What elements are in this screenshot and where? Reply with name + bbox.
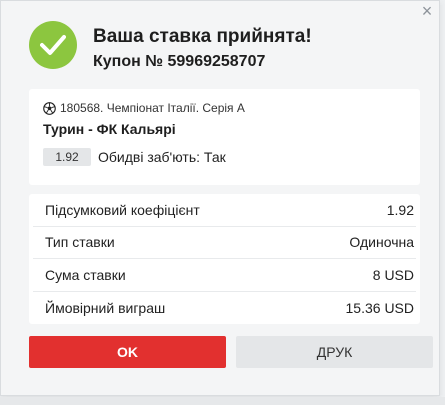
soccer-ball-icon: [43, 101, 56, 115]
ok-button[interactable]: OK: [29, 336, 226, 368]
bet-summary: Підсумковий коефіцієнт 1.92 Тип ставки О…: [29, 194, 420, 324]
bet-accepted-dialog: × Ваша ставка прийнята! Купон № 59969258…: [0, 0, 440, 396]
summary-row-stake: Сума ставки 8 USD: [33, 259, 416, 292]
success-check-icon: [29, 21, 77, 69]
match-teams: Турин - ФК Кальярі: [43, 121, 176, 137]
event-line: 180568. Чемпіонат Італії. Серія А: [43, 101, 245, 115]
print-button[interactable]: ДРУК: [236, 336, 433, 368]
bet-details-card: 180568. Чемпіонат Італії. Серія А Турин …: [29, 89, 420, 185]
dialog-header: Ваша ставка прийнята! Купон № 5996925870…: [29, 21, 429, 75]
bet-selection: Обидві заб'ють: Так: [98, 149, 226, 165]
dialog-title: Ваша ставка прийнята!: [93, 26, 312, 47]
summary-value: Одиночна: [349, 234, 414, 251]
summary-row-total-odds: Підсумковий коефіцієнт 1.92: [33, 194, 416, 227]
summary-row-potential-win: Ймовірний виграш 15.36 USD: [33, 292, 416, 325]
summary-label: Ймовірний виграш: [45, 299, 166, 316]
event-name: 180568. Чемпіонат Італії. Серія А: [60, 101, 245, 115]
summary-value: 15.36 USD: [345, 299, 414, 316]
summary-label: Підсумковий коефіцієнт: [45, 201, 200, 218]
coupon-number: Купон № 59969258707: [93, 53, 266, 70]
summary-label: Тип ставки: [45, 234, 115, 251]
summary-label: Сума ставки: [45, 266, 126, 283]
odds-badge: 1.92: [43, 148, 91, 166]
selection-row: 1.92 Обидві заб'ють: Так: [43, 148, 226, 166]
summary-value: 8 USD: [372, 266, 414, 283]
close-icon[interactable]: ×: [419, 2, 435, 20]
summary-value: 1.92: [386, 201, 414, 218]
background-strip: [0, 397, 445, 405]
summary-row-bet-type: Тип ставки Одиночна: [33, 227, 416, 259]
